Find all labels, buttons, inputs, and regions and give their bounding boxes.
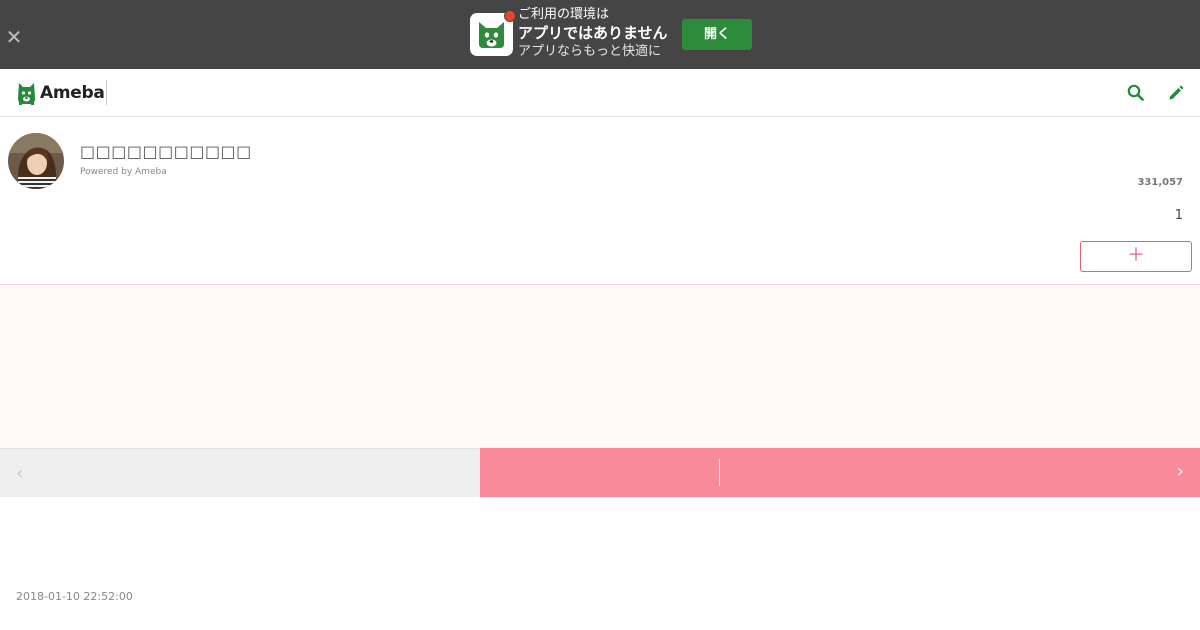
follower-count: 331,057 bbox=[1137, 177, 1183, 188]
app-download-banner: ✕ ご利用の環境は アプリではありません アプリならもっと快適に 開く bbox=[0, 0, 1200, 69]
powered-by-label: Powered by Ameba bbox=[80, 167, 167, 177]
secondary-count: 1 bbox=[1174, 208, 1183, 223]
logo-text: Ameba bbox=[40, 83, 105, 103]
pager-center-button[interactable] bbox=[480, 448, 719, 497]
chevron-right-icon: › bbox=[1176, 461, 1184, 482]
blog-title[interactable]: □□□□□□□□□□□ bbox=[80, 142, 252, 161]
banner-message: ご利用の環境は アプリではありません アプリならもっと快適に bbox=[518, 6, 668, 61]
pagination-bar: ‹ › bbox=[0, 448, 1200, 497]
chevron-left-icon: ‹ bbox=[16, 463, 24, 484]
site-header: Ameba bbox=[0, 69, 1200, 117]
pencil-icon[interactable] bbox=[1166, 83, 1186, 103]
ameba-logo[interactable]: Ameba bbox=[16, 80, 105, 106]
banner-line-1: ご利用の環境は bbox=[518, 7, 610, 22]
content-area bbox=[0, 286, 1200, 448]
notification-badge bbox=[504, 10, 516, 22]
follow-button[interactable]: ＋ bbox=[1080, 241, 1192, 272]
next-page-button[interactable]: › bbox=[720, 448, 1200, 497]
avatar[interactable] bbox=[8, 133, 64, 189]
blog-profile: □□□□□□□□□□□ Powered by Ameba 331,057 1 ＋ bbox=[0, 117, 1200, 285]
ameba-mascot-icon bbox=[18, 82, 35, 105]
header-divider bbox=[106, 80, 107, 105]
banner-line-2: アプリではありません bbox=[518, 24, 668, 42]
open-app-button[interactable]: 開く bbox=[682, 19, 752, 50]
prev-page-button[interactable]: ‹ bbox=[0, 448, 480, 497]
banner-line-3: アプリならもっと快適に bbox=[518, 44, 662, 59]
search-icon[interactable] bbox=[1126, 83, 1146, 103]
close-icon[interactable]: ✕ bbox=[4, 27, 24, 47]
post-date: 2018-01-10 22:52:00 bbox=[16, 590, 133, 603]
